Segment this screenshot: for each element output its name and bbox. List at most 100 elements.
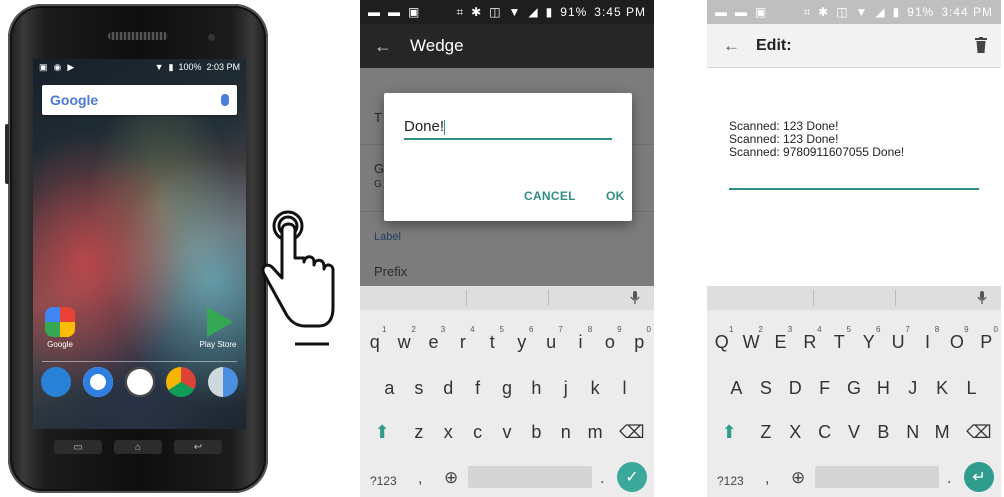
key-k[interactable]: K — [927, 378, 956, 399]
shift-icon: ⬆ — [374, 422, 390, 442]
key-j[interactable]: J — [898, 378, 927, 399]
mic-icon[interactable] — [977, 291, 987, 305]
key-s[interactable]: S — [751, 378, 780, 399]
globe-icon[interactable]: ⊕ — [444, 468, 458, 488]
key-q[interactable]: 1Q — [707, 325, 736, 353]
battery-percent: 100% — [178, 62, 202, 72]
edit-text-screen: ▬ ▬ ▣ ⌗ ✱ ◫ ▼ ◢ ▮ 91% 3:44 PM ← Edit: Sc… — [707, 0, 1001, 497]
key-s[interactable]: s — [404, 378, 433, 399]
key-v[interactable]: V — [839, 422, 868, 443]
chrome-icon[interactable] — [166, 367, 197, 397]
key-v[interactable]: v — [492, 422, 521, 443]
key-w[interactable]: 2W — [736, 325, 765, 353]
symbols-key[interactable]: ?123 — [717, 474, 744, 488]
key-t[interactable]: 5t — [478, 325, 507, 353]
key-b[interactable]: B — [869, 422, 898, 443]
list-item-prefix[interactable]: Prefix — [374, 264, 407, 279]
back-arrow-icon[interactable]: ← — [374, 36, 392, 57]
back-arrow-icon[interactable]: ← — [723, 36, 740, 56]
ok-button[interactable]: OK — [606, 189, 625, 203]
mic-icon[interactable] — [630, 291, 640, 305]
key-e[interactable]: 3e — [419, 325, 448, 353]
key-o[interactable]: 9o — [595, 325, 624, 353]
key-a[interactable]: a — [375, 378, 404, 399]
key-y[interactable]: 6Y — [854, 325, 883, 353]
phone-icon[interactable] — [41, 367, 71, 397]
camera-icon[interactable] — [208, 367, 238, 397]
recents-button[interactable]: ▭ — [54, 440, 102, 454]
comma-key[interactable]: , — [418, 470, 422, 488]
key-e[interactable]: 3E — [766, 325, 795, 353]
list-item[interactable]: T — [374, 110, 382, 125]
dialog-input[interactable]: Done! — [404, 118, 612, 140]
period-key[interactable]: . — [600, 470, 604, 488]
key-d[interactable]: d — [434, 378, 463, 399]
key-h[interactable]: h — [522, 378, 551, 399]
vibrate-icon: ◫ — [489, 5, 502, 19]
key-p[interactable]: 0p — [625, 325, 654, 353]
key-k[interactable]: k — [580, 378, 609, 399]
space-bar[interactable] — [815, 466, 939, 488]
shift-key[interactable]: ⬆ — [707, 422, 751, 443]
google-search-bar[interactable]: Google — [42, 85, 237, 115]
key-z[interactable]: Z — [751, 422, 780, 443]
key-f[interactable]: f — [463, 378, 492, 399]
wifi-icon: ▼ — [855, 5, 869, 19]
space-bar[interactable] — [468, 466, 592, 488]
key-h[interactable]: H — [869, 378, 898, 399]
key-x[interactable]: X — [781, 422, 810, 443]
input-underline — [729, 188, 979, 190]
symbols-key[interactable]: ?123 — [370, 474, 397, 488]
key-n[interactable]: n — [551, 422, 580, 443]
messages-icon[interactable] — [82, 367, 113, 397]
key-j[interactable]: j — [551, 378, 580, 399]
key-m[interactable]: M — [927, 422, 956, 443]
list-item[interactable]: G — [374, 161, 384, 176]
key-i[interactable]: 8i — [566, 325, 595, 353]
key-q[interactable]: 1q — [360, 325, 389, 353]
key-u[interactable]: 7u — [536, 325, 565, 353]
backspace-key[interactable]: ⌫ — [610, 422, 654, 443]
key-g[interactable]: G — [839, 378, 868, 399]
key-u[interactable]: 7U — [883, 325, 912, 353]
key-r[interactable]: 4r — [448, 325, 477, 353]
comma-key[interactable]: , — [765, 470, 769, 488]
app-google[interactable]: Google — [37, 307, 83, 349]
key-y[interactable]: 6y — [507, 325, 536, 353]
back-button[interactable]: ↩ — [174, 440, 222, 454]
key-m[interactable]: m — [580, 422, 609, 443]
key-n[interactable]: N — [898, 422, 927, 443]
key-x[interactable]: x — [434, 422, 463, 443]
key-l[interactable]: l — [610, 378, 639, 399]
key-t[interactable]: 5T — [825, 325, 854, 353]
key-g[interactable]: g — [492, 378, 521, 399]
key-i[interactable]: 8I — [913, 325, 942, 353]
key-p[interactable]: 0P — [972, 325, 1001, 353]
shift-key[interactable]: ⬆ — [360, 422, 404, 443]
key-l[interactable]: L — [957, 378, 986, 399]
delete-icon[interactable] — [975, 37, 987, 53]
key-z[interactable]: z — [404, 422, 433, 443]
backspace-key[interactable]: ⌫ — [957, 422, 1001, 443]
key-b[interactable]: b — [522, 422, 551, 443]
home-button[interactable]: ⌂ — [114, 440, 162, 454]
key-a[interactable]: A — [722, 378, 751, 399]
mic-icon[interactable] — [221, 94, 229, 106]
done-key[interactable]: ✓ — [617, 462, 647, 492]
key-r[interactable]: 4R — [795, 325, 824, 353]
edit-area[interactable]: Scanned: 123 Done! Scanned: 123 Done! Sc… — [707, 68, 1001, 286]
notification-icon: ▬ — [715, 5, 728, 19]
bluetooth-icon: ✱ — [471, 5, 483, 19]
key-d[interactable]: D — [781, 378, 810, 399]
key-c[interactable]: C — [810, 422, 839, 443]
key-c[interactable]: c — [463, 422, 492, 443]
app-drawer-icon[interactable] — [124, 367, 155, 397]
key-w[interactable]: 2w — [389, 325, 418, 353]
period-key[interactable]: . — [947, 470, 951, 488]
app-play-store[interactable]: Play Store — [195, 307, 241, 349]
key-f[interactable]: F — [810, 378, 839, 399]
cancel-button[interactable]: CANCEL — [524, 189, 576, 203]
enter-key[interactable]: ↵ — [964, 462, 994, 492]
key-o[interactable]: 9O — [942, 325, 971, 353]
globe-icon[interactable]: ⊕ — [791, 468, 805, 488]
